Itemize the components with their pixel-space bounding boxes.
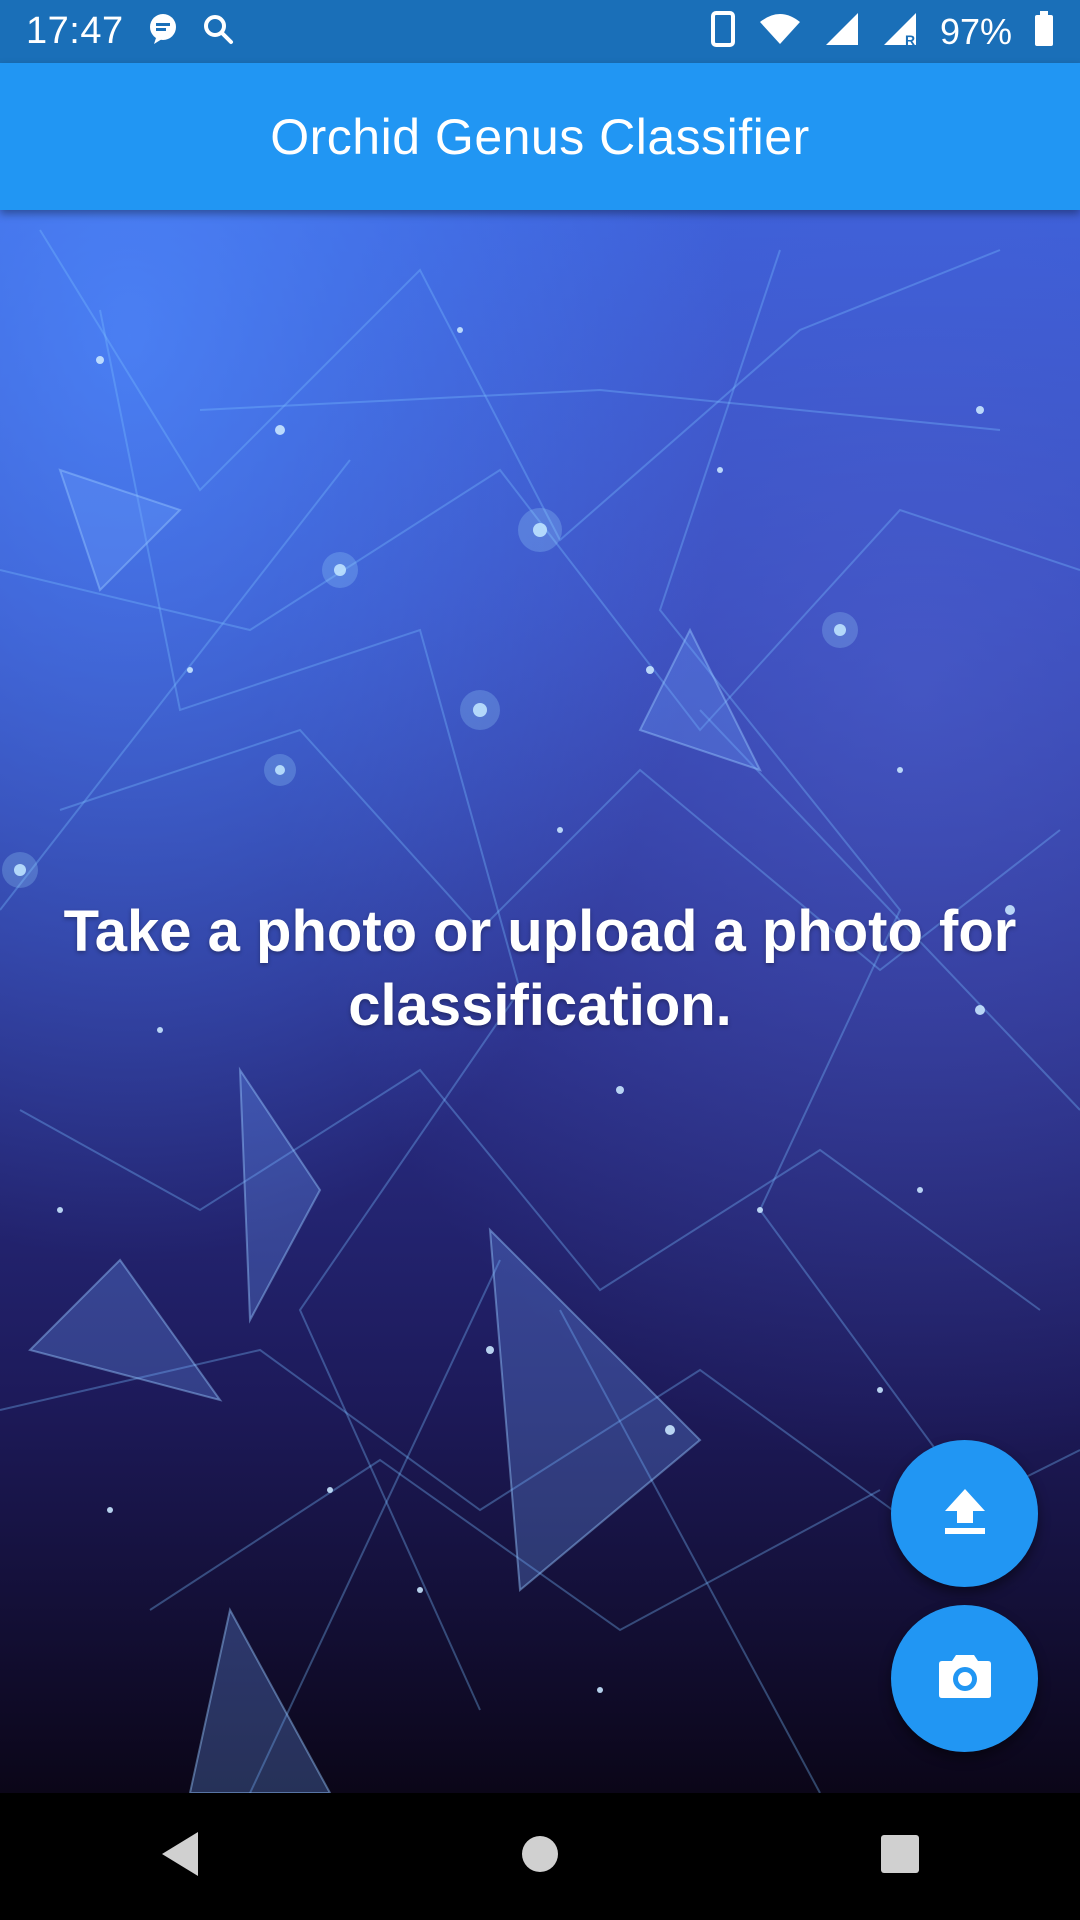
chat-notification-icon: [146, 12, 180, 51]
navigation-bar: [0, 1793, 1080, 1920]
wifi-icon: [758, 12, 802, 51]
status-bar: 17:47 R 97%: [0, 0, 1080, 63]
recents-button[interactable]: [840, 1807, 960, 1907]
upload-photo-button[interactable]: [891, 1440, 1038, 1587]
back-button[interactable]: [120, 1807, 240, 1907]
prompt-text: Take a photo or upload a photo for class…: [63, 899, 1017, 1038]
home-icon: [520, 1834, 560, 1879]
back-icon: [158, 1830, 202, 1883]
battery-percent: 97%: [939, 10, 1012, 52]
home-button[interactable]: [480, 1807, 600, 1907]
camera-icon: [938, 1653, 992, 1704]
screen: 17:47 R 97% Orchid Genus Classifier Take…: [0, 0, 1080, 1920]
take-photo-button[interactable]: [891, 1605, 1038, 1752]
status-time: 17:47: [26, 10, 124, 52]
phone-vibrate-icon: [710, 11, 736, 52]
battery-icon: [1034, 11, 1054, 52]
status-right: R 97%: [710, 11, 1054, 53]
status-left: 17:47: [26, 10, 234, 53]
cell-signal-icon: [824, 11, 860, 52]
app-bar: Orchid Genus Classifier: [0, 63, 1080, 210]
svg-text:R: R: [905, 32, 915, 47]
app-title: Orchid Genus Classifier: [270, 108, 810, 165]
recents-icon: [880, 1834, 920, 1879]
cell-signal-roaming-icon: R: [882, 11, 918, 52]
search-icon: [202, 13, 234, 50]
upload-icon: [943, 1487, 987, 1540]
